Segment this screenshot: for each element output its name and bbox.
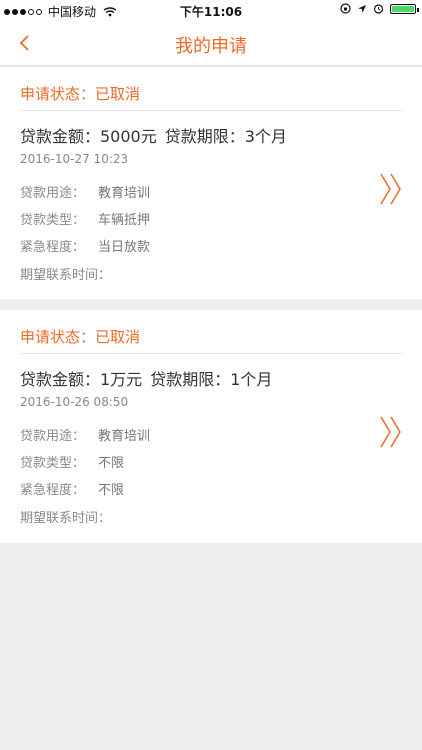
application-card[interactable]: 申请状态：已取消 贷款金额：5000元 贷款期限：3个月 2016-10-27 1… <box>0 67 422 299</box>
detail-label: 贷款用途： <box>20 186 86 201</box>
double-chevron-right-icon[interactable] <box>378 415 404 449</box>
detail-label: 贷款类型： <box>20 456 86 471</box>
battery-icon <box>390 3 419 14</box>
detail-row-contact-time: 期望联系时间： <box>20 507 112 526</box>
loan-term: 贷款期限：1个月 <box>150 370 273 389</box>
loan-term: 贷款期限：3个月 <box>164 127 287 146</box>
location-arrow-icon <box>358 4 366 13</box>
page-title: 我的申请 <box>175 36 247 57</box>
detail-row-type: 贷款类型： 车辆抵押 <box>20 209 150 228</box>
detail-value: 不限 <box>98 483 125 498</box>
application-status: 申请状态：已取消 <box>20 328 141 346</box>
detail-value: 不限 <box>98 456 125 471</box>
detail-row-type: 贷款类型： 不限 <box>20 452 124 471</box>
loan-amount: 贷款金额：5000元 <box>20 127 157 146</box>
detail-label: 贷款类型： <box>20 213 86 228</box>
detail-value: 当日放款 <box>98 240 151 255</box>
application-status: 申请状态：已取消 <box>20 85 141 103</box>
detail-row-purpose: 贷款用途： 教育培训 <box>20 182 150 201</box>
loan-summary: 贷款金额：1万元 贷款期限：1个月 <box>20 366 272 390</box>
detail-value: 教育培训 <box>98 186 151 201</box>
nav-bar: 我的申请 <box>0 20 422 66</box>
application-date: 2016-10-26 08:50 <box>20 395 129 409</box>
orientation-lock-icon <box>340 3 351 14</box>
detail-label: 期望联系时间： <box>20 511 112 526</box>
double-chevron-right-icon[interactable] <box>378 172 404 206</box>
divider <box>20 110 402 111</box>
detail-value: 车辆抵押 <box>98 213 151 228</box>
detail-label: 贷款用途： <box>20 429 86 444</box>
status-bar: 中国移动 下午11:06 <box>0 0 422 20</box>
divider <box>20 353 402 354</box>
application-card[interactable]: 申请状态：已取消 贷款金额：1万元 贷款期限：1个月 2016-10-26 08:… <box>0 310 422 543</box>
application-date: 2016-10-27 10:23 <box>20 152 129 166</box>
alarm-clock-icon <box>373 4 384 14</box>
detail-row-purpose: 贷款用途： 教育培训 <box>20 425 150 444</box>
detail-label: 紧急程度： <box>20 483 86 498</box>
loan-summary: 贷款金额：5000元 贷款期限：3个月 <box>20 123 287 147</box>
detail-row-urgency: 紧急程度： 不限 <box>20 479 124 498</box>
detail-row-urgency: 紧急程度： 当日放款 <box>20 236 150 255</box>
detail-value: 教育培训 <box>98 429 151 444</box>
detail-label: 期望联系时间： <box>20 268 112 283</box>
loan-amount: 贷款金额：1万元 <box>20 370 143 389</box>
detail-row-contact-time: 期望联系时间： <box>20 264 112 283</box>
detail-label: 紧急程度： <box>20 240 86 255</box>
status-right <box>340 3 419 14</box>
